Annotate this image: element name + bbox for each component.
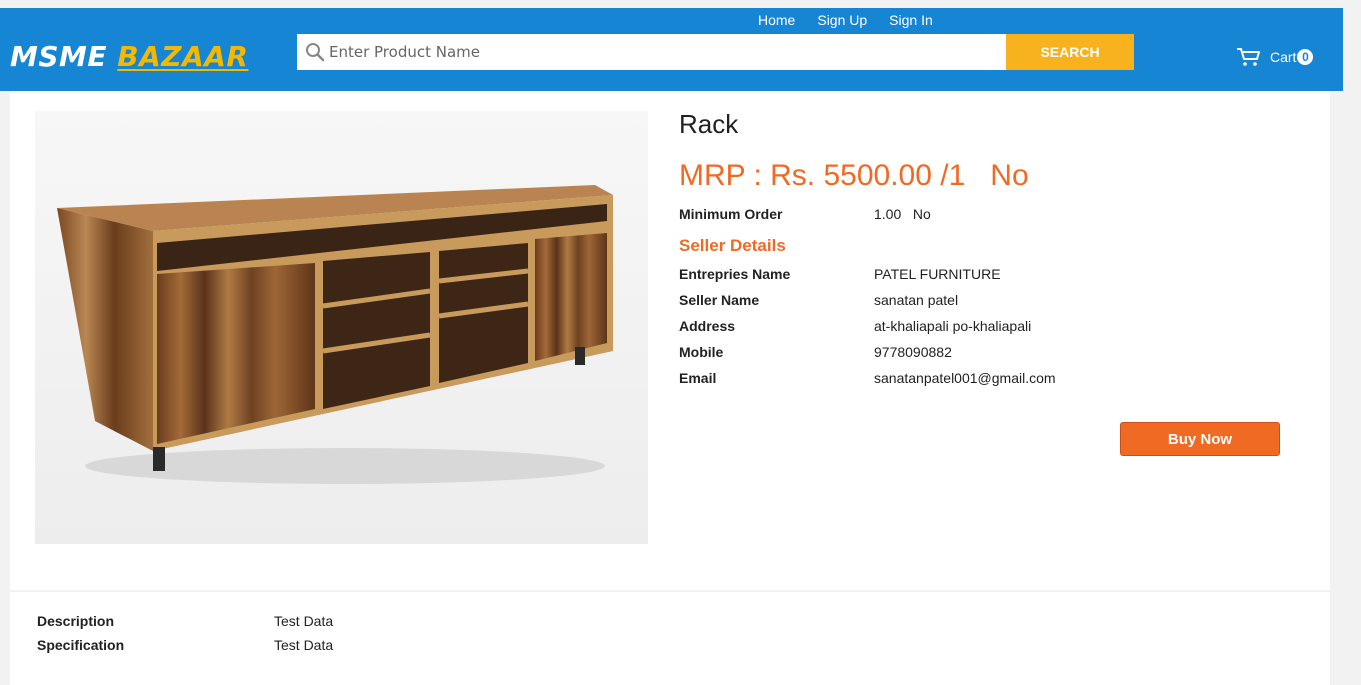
seller-row-label: Address — [679, 318, 736, 334]
description-label: Description — [37, 613, 115, 629]
seller-row-label: Seller Name — [679, 292, 760, 308]
product-title: Rack — [679, 109, 739, 139]
specification-value: Test Data — [274, 637, 334, 653]
price-value: Rs. 5500.00 /1 — [770, 159, 966, 192]
seller-row-value: 9778090882 — [874, 344, 952, 360]
seller-row-value: sanatanpatel001@gmail.com — [874, 370, 1056, 386]
logo-text-bazaar: BAZAAR — [117, 40, 249, 73]
search-button[interactable]: SEARCH — [1006, 34, 1134, 70]
nav-signup-link[interactable]: Sign Up — [817, 12, 867, 28]
search-field — [297, 34, 1006, 70]
seller-row-label: Email — [679, 370, 717, 386]
cart-label: Cart — [1270, 49, 1297, 65]
seller-row: Address at-khaliapali po-khaliapali — [679, 318, 1031, 334]
cart-icon — [1237, 48, 1260, 66]
product-image — [35, 111, 648, 544]
specification-label: Specification — [37, 637, 125, 653]
seller-row-value: PATEL FURNITURE — [874, 266, 1001, 282]
seller-row: Entrepries Name PATEL FURNITURE — [679, 266, 1001, 282]
logo-text-msme: MSME — [10, 40, 118, 73]
description-row: Description Test Data — [37, 613, 333, 629]
site-logo[interactable]: MSME BAZAAR — [10, 40, 249, 80]
seller-row-label: Mobile — [679, 344, 724, 360]
cart-count-badge: 0 — [1297, 49, 1314, 65]
min-order-value: 1.00 No — [874, 206, 931, 222]
nav-home-link[interactable]: Home — [758, 12, 795, 28]
min-order-row: Minimum Order 1.00 No — [679, 206, 931, 222]
product-price: MRP : Rs. 5500.00 /1 No — [679, 159, 1029, 193]
seller-row-label: Entrepries Name — [679, 266, 791, 282]
price-unit: No — [990, 159, 1029, 192]
seller-details-heading: Seller Details — [679, 236, 786, 255]
seller-row-value: at-khaliapali po-khaliapali — [874, 318, 1032, 334]
seller-row: Email sanatanpatel001@gmail.com — [679, 370, 1056, 386]
buy-now-button[interactable]: Buy Now — [1120, 422, 1280, 456]
specification-row: Specification Test Data — [37, 637, 333, 653]
min-order-label: Minimum Order — [679, 206, 783, 222]
description-value: Test Data — [274, 613, 334, 629]
search-input[interactable] — [327, 36, 1006, 68]
nav-signin-link[interactable]: Sign In — [889, 12, 933, 28]
seller-row-value: sanatan patel — [874, 292, 959, 308]
top-nav: Home Sign Up Sign In — [758, 8, 933, 32]
cart-link[interactable]: Cart 0 — [1236, 46, 1314, 68]
price-label: MRP : — [679, 159, 762, 192]
seller-row: Mobile 9778090882 — [679, 344, 952, 360]
seller-row: Seller Name sanatan patel — [679, 292, 958, 308]
search-icon — [306, 43, 325, 62]
